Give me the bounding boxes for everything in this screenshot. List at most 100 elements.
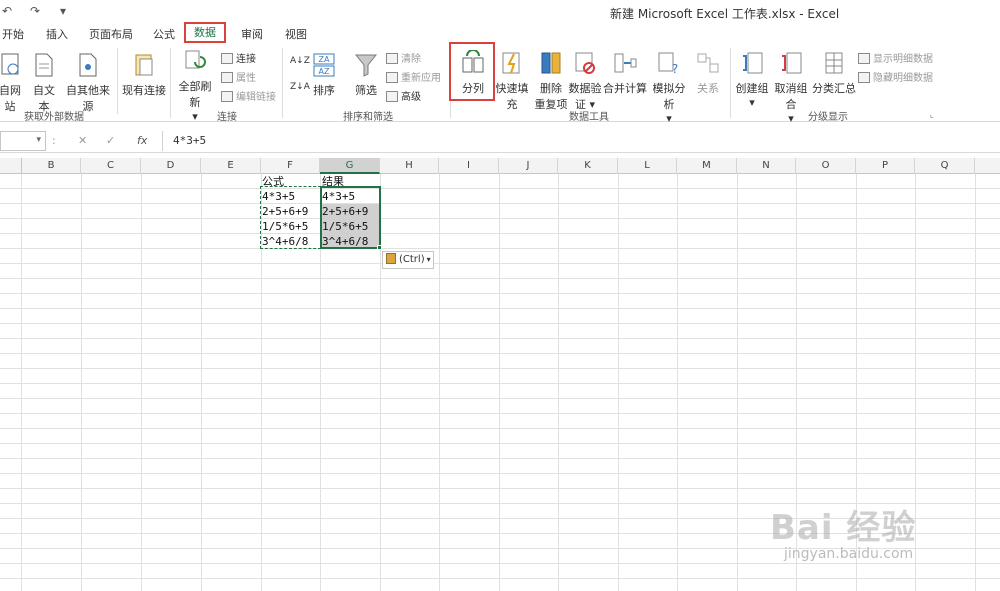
properties-label: 属性 [236, 73, 256, 84]
tab-page-layout[interactable]: 页面布局 [89, 26, 133, 42]
filter-button[interactable]: 筛选 [350, 52, 382, 98]
remove-duplicates-button[interactable]: 删除 重复项 [534, 50, 568, 112]
column-header[interactable]: Q [915, 158, 975, 174]
tab-view[interactable]: 视图 [285, 26, 307, 42]
advanced-filter-icon [386, 91, 398, 102]
grid-line [201, 174, 202, 591]
web-icon [1, 53, 19, 75]
column-header[interactable]: D [141, 158, 201, 174]
tab-review[interactable]: 审阅 [241, 26, 263, 42]
ungroup-caret: ▾ [788, 112, 794, 125]
from-other-sources-button[interactable]: 自其他来源 [62, 52, 114, 114]
grid-line [81, 174, 82, 591]
group-label-get-external-data: 获取外部数据 [24, 112, 84, 123]
edit-links-button[interactable]: 编辑链接 [221, 88, 276, 103]
text-to-columns-highlight [449, 42, 495, 101]
column-header[interactable]: N [737, 158, 796, 174]
consolidate-button[interactable]: 合并计算 [602, 50, 648, 96]
column-header[interactable]: M [677, 158, 737, 174]
data-validation-icon [575, 52, 595, 74]
tab-formulas[interactable]: 公式 [153, 26, 175, 42]
hide-detail-button[interactable]: 隐藏明细数据 [858, 69, 933, 84]
sort-ascending-button[interactable]: A↓Z [290, 56, 310, 66]
copy-marquee [260, 186, 321, 249]
hide-detail-label: 隐藏明细数据 [873, 73, 933, 84]
remove-duplicates-label-1: 删除 [540, 82, 562, 95]
flash-fill-button[interactable]: 快速填充 [492, 50, 532, 112]
fill-handle[interactable] [377, 245, 382, 250]
properties-button[interactable]: 属性 [221, 69, 256, 84]
column-header[interactable]: E [201, 158, 261, 174]
column-header-selected[interactable]: G [320, 158, 380, 174]
filter-funnel-icon [354, 54, 378, 77]
from-web-label: 自网站 [0, 84, 21, 113]
group-label-data-tools: 数据工具 [569, 112, 609, 123]
svg-text:?: ? [672, 62, 678, 76]
filter-label: 筛选 [355, 84, 377, 97]
remove-duplicates-label-2: 重复项 [534, 98, 568, 111]
paste-options-label: (Ctrl) [399, 254, 425, 265]
what-if-analysis-button[interactable]: ? 模拟分析 ▾ [648, 50, 690, 125]
undo-icon[interactable]: ↶ [2, 4, 12, 18]
column-header[interactable]: P [856, 158, 915, 174]
clear-filter-icon [386, 53, 398, 64]
what-if-icon: ? [658, 52, 678, 76]
group-button[interactable]: 创建组 ▾ [734, 50, 770, 109]
tab-insert[interactable]: 插入 [46, 26, 68, 42]
grid-line [439, 174, 440, 591]
reapply-button[interactable]: 重新应用 [386, 69, 441, 84]
column-header[interactable]: L [618, 158, 677, 174]
sort-descending-button[interactable]: Z↓A [290, 82, 310, 92]
grid-line [618, 174, 619, 591]
relationships-label: 关系 [697, 82, 719, 95]
redo-icon[interactable]: ↷ [30, 4, 40, 18]
connections-button[interactable]: 连接 [221, 50, 256, 65]
data-validation-button[interactable]: 数据验 证 ▾ [568, 50, 602, 112]
refresh-icon [185, 50, 206, 69]
relationships-button[interactable]: 关系 [692, 50, 724, 96]
name-box-caret-icon[interactable]: ▾ [36, 135, 41, 145]
hide-detail-icon [858, 72, 870, 83]
ribbon-separator [282, 48, 283, 118]
column-header[interactable]: O [796, 158, 856, 174]
from-text-button[interactable]: 自文本 [28, 52, 60, 114]
existing-connections-button[interactable]: 现有连接 [121, 52, 167, 98]
column-header[interactable]: K [558, 158, 618, 174]
cancel-icon[interactable]: ✕ [78, 134, 87, 147]
advanced-label: 高级 [401, 92, 421, 103]
sort-label: 排序 [313, 84, 335, 97]
column-header[interactable]: J [499, 158, 558, 174]
title-bar: ↶ ↷ ▾ 新建 Microsoft Excel 工作表.xlsx - Exce… [0, 0, 1000, 24]
from-web-button[interactable]: 自网站 [0, 52, 26, 114]
ungroup-button[interactable]: 取消组合 ▾ [770, 50, 812, 125]
show-detail-button[interactable]: 显示明细数据 [858, 50, 933, 65]
paste-options-button[interactable]: (Ctrl) ▾ [382, 251, 434, 269]
svg-text:AZ: AZ [319, 67, 330, 76]
column-header[interactable]: H [380, 158, 439, 174]
advanced-button[interactable]: 高级 [386, 88, 421, 103]
insert-function-icon[interactable]: fx [137, 134, 147, 147]
column-header[interactable]: B [22, 158, 81, 174]
ungroup-rows-icon [782, 52, 802, 74]
refresh-all-button[interactable]: 全部刷新 ▾ [174, 48, 216, 123]
watermark-url: jingyan.baidu.com [784, 546, 914, 562]
show-detail-label: 显示明细数据 [873, 54, 933, 65]
customize-quick-access-icon[interactable]: ▾ [60, 4, 66, 18]
formula-input[interactable]: 4*3+5 [162, 131, 1000, 151]
sort-button[interactable]: ZA AZ 排序 [308, 52, 340, 98]
group-label-sort-filter: 排序和筛选 [343, 112, 393, 123]
column-header[interactable]: F [261, 158, 320, 174]
dialog-launcher-icon[interactable]: ⌞ [930, 110, 934, 119]
subtotal-button[interactable]: 分类汇总 [812, 50, 856, 96]
ribbon-separator [730, 48, 731, 118]
tab-data[interactable]: 数据 [184, 22, 226, 43]
name-box[interactable]: ▾ [0, 131, 46, 151]
tab-home[interactable]: 开始 [2, 26, 24, 42]
grid-line [737, 174, 738, 591]
enter-icon[interactable]: ✓ [106, 134, 115, 147]
clear-button[interactable]: 清除 [386, 50, 421, 65]
column-header[interactable]: I [439, 158, 499, 174]
flash-fill-label: 快速填充 [495, 82, 529, 111]
select-all-corner[interactable] [0, 158, 22, 174]
column-header[interactable]: C [81, 158, 141, 174]
